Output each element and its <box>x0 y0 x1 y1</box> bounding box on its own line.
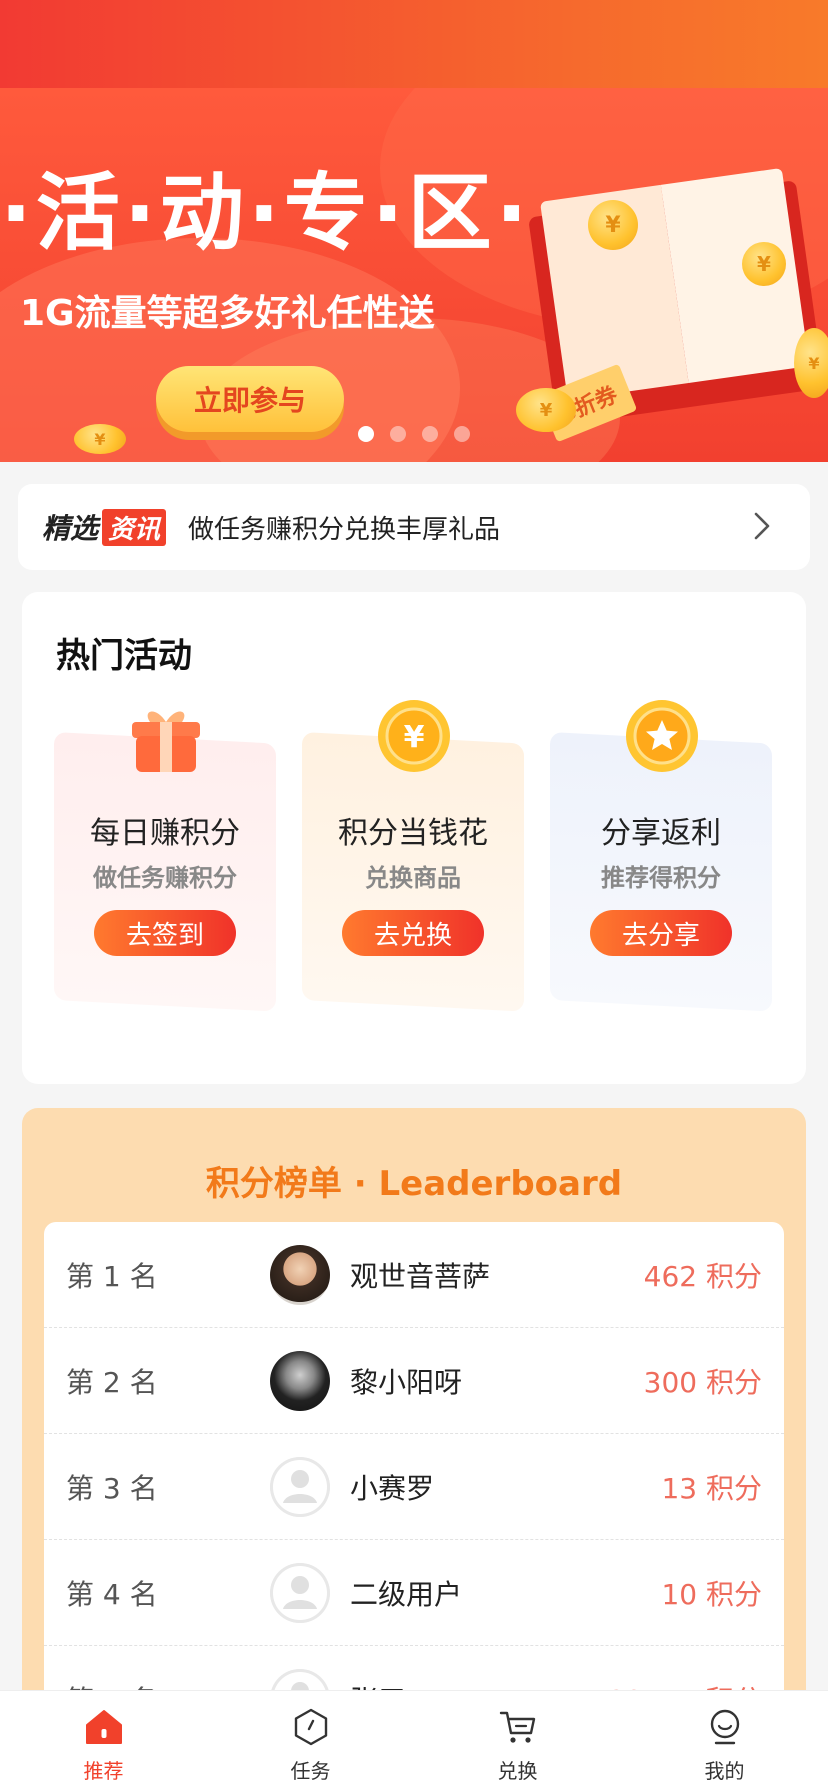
bottom-tab-bar: 推荐 任务 兑换 我的 <box>0 1690 828 1792</box>
carousel-dot[interactable] <box>358 426 374 442</box>
activity-desc: 做任务赚积分 <box>93 864 237 892</box>
tab-recommend[interactable]: 推荐 <box>0 1691 207 1792</box>
banner-subtitle: 1G流量等超多好礼任性送 <box>20 293 435 334</box>
status-bar <box>0 0 828 88</box>
rank-label: 第 4 名 <box>66 1577 158 1611</box>
redeem-button[interactable]: 去兑换 <box>342 910 484 956</box>
star-medal-icon <box>622 696 702 776</box>
coin-icon: ¥ <box>742 242 786 286</box>
coin-icon: ¥ <box>74 424 126 454</box>
news-tag: 精选 资讯 <box>42 507 167 547</box>
news-text: 做任务赚积分兑换丰厚礼品 <box>188 514 501 545</box>
user-name: 小赛罗 <box>350 1471 435 1505</box>
activity-name: 每日赚积分 <box>90 816 240 851</box>
promo-banner[interactable]: ·活·动·专·区· 1G流量等超多好礼任性送 立即参与 8折券 ¥ ¥ ¥ ¥ … <box>0 88 828 462</box>
news-tag-badge: 资讯 <box>102 508 167 546</box>
cart-icon <box>496 1705 540 1749</box>
tab-label: 推荐 <box>83 1759 124 1783</box>
section-title: 热门活动 <box>56 636 192 676</box>
user-score: 13 积分 <box>661 1471 762 1505</box>
avatar[interactable] <box>270 1350 330 1411</box>
tab-label: 任务 <box>290 1759 331 1783</box>
leaderboard-row[interactable]: 第 4 名 二级用户 10 积分 <box>44 1540 784 1646</box>
share-button[interactable]: 去分享 <box>590 910 732 956</box>
leaderboard-title: 积分榜单 · Leaderboard <box>205 1164 623 1204</box>
activity-points-as-cash[interactable]: ¥ 积分当钱花 兑换商品 去兑换 <box>302 700 524 1012</box>
hot-activities-card: 热门活动 每日赚积分 做任务赚积分 去签到 ¥ 积分当钱花 兑换商品 去兑换 分… <box>22 592 806 1084</box>
activity-daily-points[interactable]: 每日赚积分 做任务赚积分 去签到 <box>54 711 276 1012</box>
tab-label: 我的 <box>704 1759 745 1783</box>
coin-icon: ¥ <box>588 200 638 250</box>
tab-mine[interactable]: 我的 <box>621 1691 828 1792</box>
user-name: 观世音菩萨 <box>350 1259 491 1293</box>
banner-title: ·活·动·专·区· <box>0 164 532 262</box>
sign-in-button[interactable]: 去签到 <box>94 910 236 956</box>
default-avatar-icon[interactable] <box>270 1562 330 1623</box>
user-score: 10 积分 <box>661 1577 762 1611</box>
tab-tasks[interactable]: 任务 <box>207 1691 414 1792</box>
default-avatar-icon[interactable] <box>270 1456 330 1517</box>
rank-label: 第 3 名 <box>66 1471 158 1505</box>
avatar[interactable] <box>270 1244 330 1305</box>
carousel-dot[interactable] <box>454 426 470 442</box>
svg-text:¥: ¥ <box>404 720 425 755</box>
gift-icon <box>126 696 206 776</box>
activity-name: 分享返利 <box>601 816 721 851</box>
carousel-dot[interactable] <box>390 426 406 442</box>
user-score: 462 积分 <box>643 1259 762 1293</box>
activity-desc: 兑换商品 <box>365 864 461 892</box>
chevron-right-icon[interactable] <box>742 506 782 546</box>
home-icon <box>82 1705 126 1749</box>
leaderboard-row[interactable]: 第 1 名 观世音菩萨 462 积分 <box>44 1222 784 1328</box>
activity-desc: 推荐得积分 <box>601 864 721 892</box>
join-now-button[interactable]: 立即参与 <box>156 366 344 432</box>
coin-icon: ¥ <box>516 388 576 432</box>
carousel-indicator[interactable] <box>358 426 470 442</box>
user-score: 300 积分 <box>643 1365 762 1399</box>
user-name: 黎小阳呀 <box>350 1365 463 1399</box>
user-icon <box>703 1705 747 1749</box>
rank-label: 第 1 名 <box>66 1259 158 1293</box>
rank-label: 第 2 名 <box>66 1365 158 1399</box>
news-tag-label: 精选 <box>42 512 99 545</box>
news-bar[interactable]: 精选 资讯 做任务赚积分兑换丰厚礼品 <box>18 484 810 570</box>
activity-share-rebate[interactable]: 分享返利 推荐得积分 去分享 <box>550 700 772 1012</box>
carousel-dot[interactable] <box>422 426 438 442</box>
tab-label: 兑换 <box>497 1759 538 1783</box>
leaderboard-row[interactable]: 第 2 名 黎小阳呀 300 积分 <box>44 1328 784 1434</box>
tab-exchange[interactable]: 兑换 <box>414 1691 621 1792</box>
leaderboard-row[interactable]: 第 3 名 小赛罗 13 积分 <box>44 1434 784 1540</box>
coin-icon: ¥ <box>794 328 828 398</box>
activity-name: 积分当钱花 <box>338 816 488 851</box>
task-icon <box>289 1705 333 1749</box>
coin-icon: ¥ <box>374 696 454 776</box>
user-name: 二级用户 <box>350 1577 463 1611</box>
